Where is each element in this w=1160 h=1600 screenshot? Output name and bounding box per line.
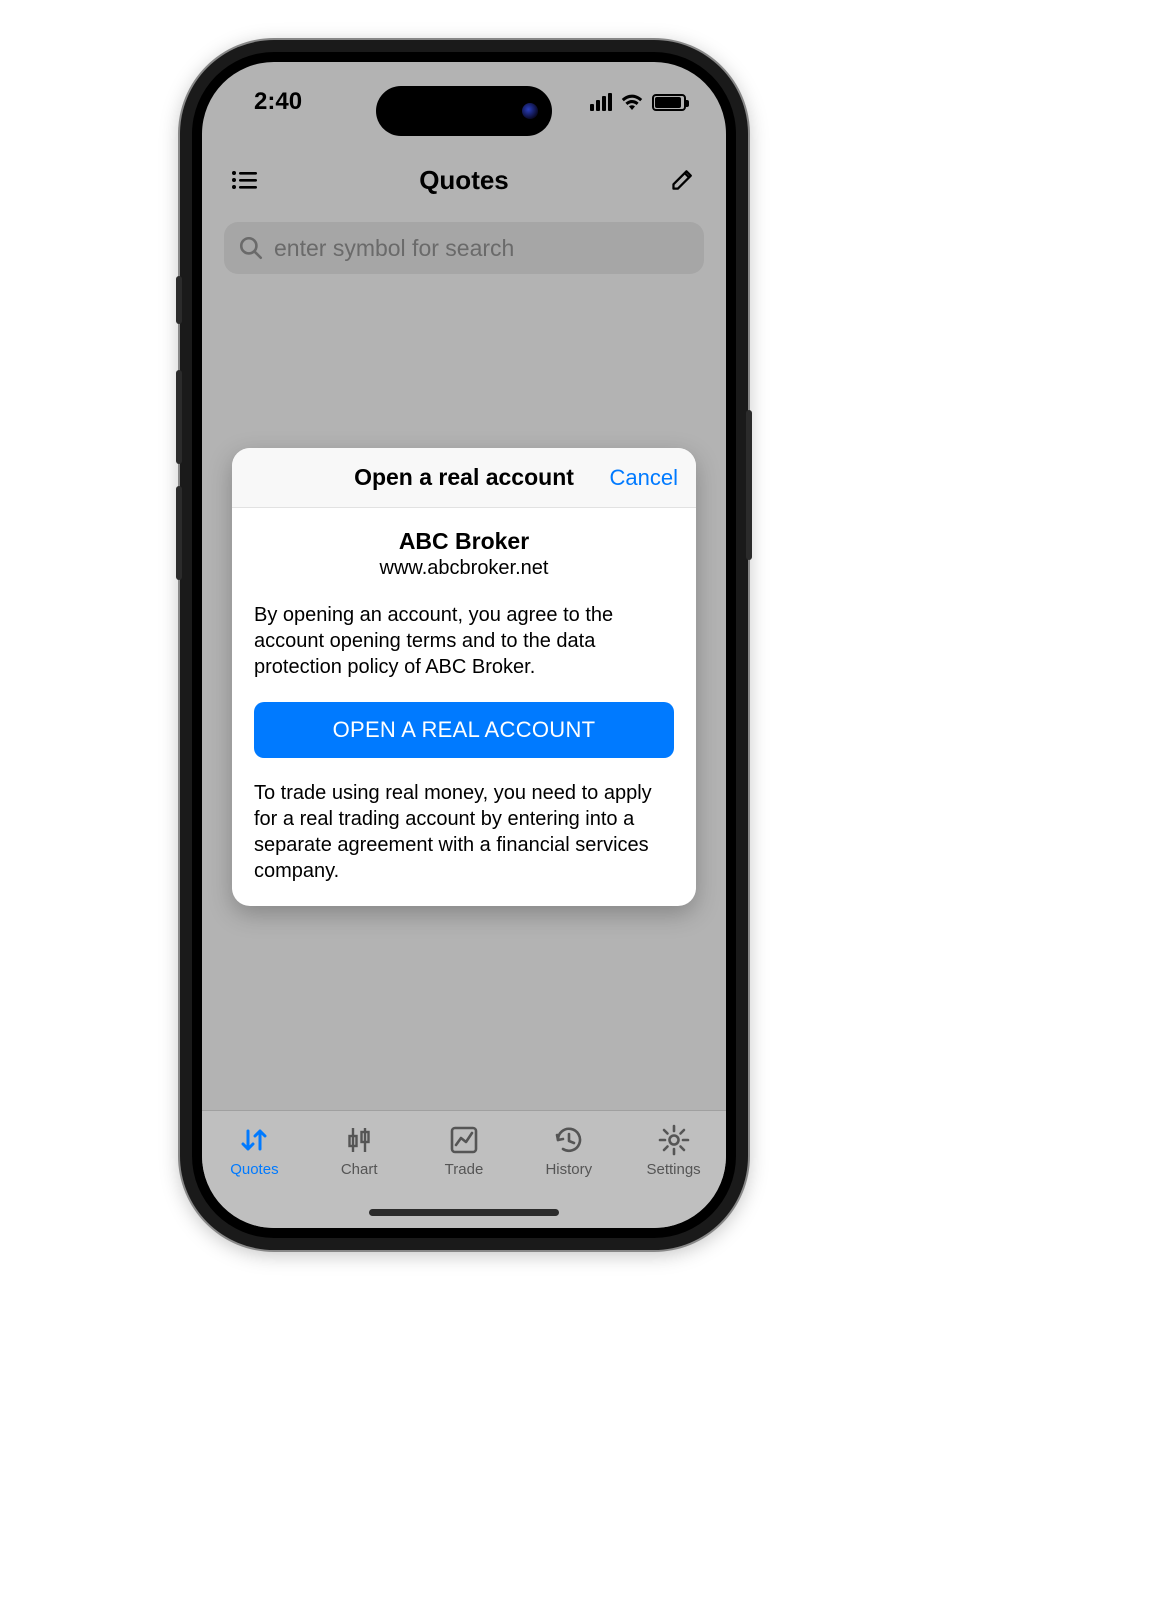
- screen: 2:40: [202, 62, 726, 1228]
- gear-icon: [657, 1123, 691, 1157]
- home-indicator[interactable]: [369, 1209, 559, 1216]
- status-time: 2:40: [254, 88, 302, 116]
- tab-label: Quotes: [230, 1161, 278, 1178]
- chart-line-icon: [447, 1123, 481, 1157]
- tab-chart[interactable]: Chart: [319, 1123, 399, 1178]
- page-title: Quotes: [260, 165, 668, 196]
- side-button: [746, 410, 752, 560]
- nav-header: Quotes: [202, 150, 726, 210]
- phone-frame: 2:40: [180, 40, 748, 1250]
- broker-name: ABC Broker: [254, 528, 674, 555]
- search-input[interactable]: [274, 235, 690, 262]
- tab-settings[interactable]: Settings: [634, 1123, 714, 1178]
- open-real-account-button[interactable]: OPEN A REAL ACCOUNT: [254, 702, 674, 758]
- modal-title: Open a real account: [354, 464, 574, 491]
- tab-bar: Quotes Chart: [202, 1110, 726, 1228]
- status-bar: 2:40: [202, 62, 726, 142]
- arrows-updown-icon: [237, 1123, 271, 1157]
- wifi-icon: [620, 93, 644, 111]
- modal-header: Open a real account Cancel: [232, 448, 696, 508]
- side-button: [176, 486, 182, 580]
- tab-label: History: [545, 1161, 592, 1178]
- search-bar[interactable]: [224, 222, 704, 274]
- info-text: To trade using real money, you need to a…: [254, 780, 674, 884]
- clock-history-icon: [552, 1123, 586, 1157]
- tab-label: Chart: [341, 1161, 378, 1178]
- open-account-modal: Open a real account Cancel ABC Broker ww…: [232, 448, 696, 906]
- cancel-button[interactable]: Cancel: [610, 448, 678, 507]
- tab-quotes[interactable]: Quotes: [214, 1123, 294, 1178]
- tab-label: Settings: [646, 1161, 700, 1178]
- broker-url: www.abcbroker.net: [254, 557, 674, 580]
- tab-history[interactable]: History: [529, 1123, 609, 1178]
- cellular-signal-icon: [590, 93, 612, 111]
- terms-text: By opening an account, you agree to the …: [254, 602, 674, 680]
- battery-icon: [652, 94, 686, 111]
- side-button: [176, 370, 182, 464]
- list-icon[interactable]: [230, 165, 260, 195]
- tab-trade[interactable]: Trade: [424, 1123, 504, 1178]
- candlestick-icon: [342, 1123, 376, 1157]
- pencil-icon[interactable]: [668, 165, 698, 195]
- search-icon: [238, 235, 264, 261]
- tab-label: Trade: [445, 1161, 484, 1178]
- side-button: [176, 276, 182, 324]
